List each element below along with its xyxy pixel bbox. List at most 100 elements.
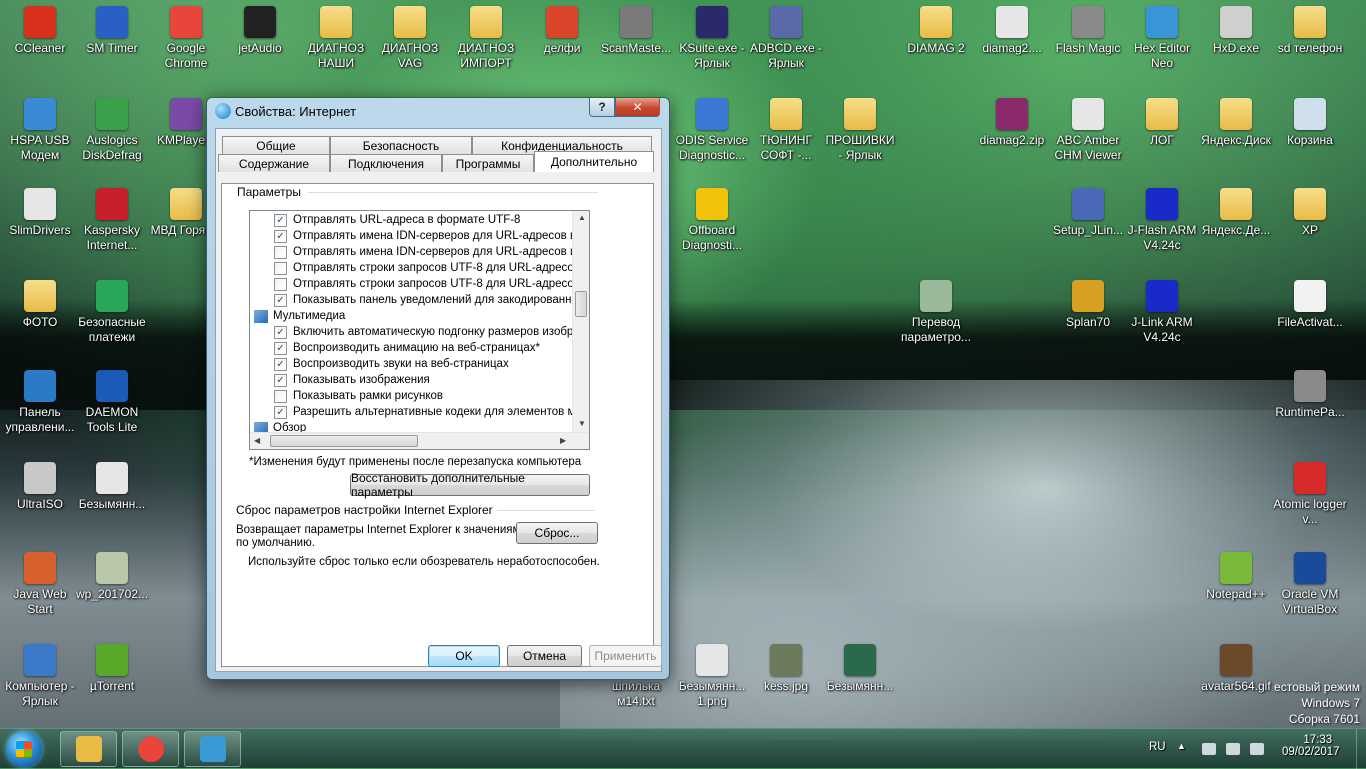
desktop-icon[interactable]: ЛОГ <box>1124 98 1200 148</box>
desktop-icon[interactable]: Яндекс.Де... <box>1198 188 1274 238</box>
option-checkbox[interactable]: ✓ <box>274 213 287 227</box>
desktop-icon[interactable]: Hex Editor Neo <box>1124 6 1200 71</box>
desktop-icon[interactable]: ТЮНИНГ СОФТ -... <box>748 98 824 163</box>
settings-option[interactable]: Отправлять строки запросов UTF-8 для URL… <box>274 260 589 276</box>
desktop-icon[interactable]: DAEMON Tools Lite <box>74 370 150 435</box>
tab-advanced[interactable]: Дополнительно <box>534 151 654 172</box>
desktop-icon[interactable]: Безопасные платежи <box>74 280 150 345</box>
horizontal-scroll-thumb[interactable] <box>270 435 418 447</box>
start-button[interactable] <box>6 731 42 767</box>
desktop-icon[interactable]: ДИАГНОЗ VAG <box>372 6 448 71</box>
desktop-icon[interactable]: ДИАГНОЗ НАШИ <box>298 6 374 71</box>
desktop-icon[interactable]: Компьютер - Ярлык <box>2 644 78 709</box>
tab-security[interactable]: Безопасность <box>330 136 472 154</box>
desktop-icon[interactable]: Безымянн... <box>74 462 150 512</box>
option-checkbox[interactable]: ✓ <box>274 325 287 339</box>
settings-option[interactable]: Отправлять имена IDN-серверов для URL-ад… <box>274 244 588 260</box>
option-checkbox[interactable]: ✓ <box>274 229 287 243</box>
chrome-taskbar-button[interactable] <box>122 731 179 767</box>
desktop-icon[interactable]: SM Timer <box>74 6 150 56</box>
desktop-icon[interactable]: µTorrent <box>74 644 150 694</box>
apply-button[interactable]: Применить <box>589 645 662 667</box>
option-checkbox[interactable] <box>274 261 287 275</box>
clock[interactable]: 17:33 09/02/2017 <box>1282 734 1340 758</box>
desktop-icon[interactable]: ПРОШИВКИ - Ярлык <box>822 98 898 163</box>
desktop-icon[interactable]: Flash Magic <box>1050 6 1126 56</box>
settings-option[interactable]: ✓ Отправлять URL-адреса в формате UTF-8 <box>274 212 520 228</box>
desktop-icon[interactable]: Offboard Diagnosti... <box>674 188 750 253</box>
reset-button[interactable]: Сброс... <box>516 522 598 544</box>
option-checkbox[interactable] <box>274 245 287 259</box>
desktop-icon[interactable]: diamag2.... <box>974 6 1050 56</box>
desktop-icon[interactable]: Безымянн... <box>822 644 898 694</box>
network-icon[interactable] <box>1202 743 1216 755</box>
desktop-icon[interactable]: wp_201702... <box>74 552 150 602</box>
option-checkbox[interactable] <box>274 389 287 403</box>
settings-option[interactable]: Показывать рамки рисунков <box>274 388 443 404</box>
desktop-icon[interactable]: HSPA USB Модем <box>2 98 78 163</box>
desktop-icon[interactable]: ФОТО <box>2 280 78 330</box>
settings-option[interactable]: ✓ Разрешить альтернативные кодеки для эле… <box>274 404 581 420</box>
settings-option[interactable]: ✓ Показывать изображения <box>274 372 430 388</box>
desktop-icon[interactable]: ДИАГНОЗ ИМПОРТ <box>448 6 524 71</box>
vertical-scroll-thumb[interactable] <box>575 291 587 317</box>
desktop-icon[interactable]: Google Chrome <box>148 6 224 71</box>
close-button[interactable]: ✕ <box>615 98 660 117</box>
desktop-icon[interactable]: sd телефон <box>1272 6 1348 56</box>
explorer-taskbar-button[interactable] <box>60 731 117 767</box>
desktop-icon[interactable]: Auslogics DiskDefrag <box>74 98 150 163</box>
desktop-icon[interactable]: Панель управлени... <box>2 370 78 435</box>
show-desktop-button[interactable] <box>1356 729 1366 769</box>
desktop-icon[interactable]: XP <box>1272 188 1348 238</box>
desktop-icon[interactable]: Безымянн... 1.png <box>674 644 750 709</box>
tab-connections[interactable]: Подключения <box>330 154 442 172</box>
desktop-icon[interactable]: ScanMaste... <box>598 6 674 56</box>
desktop-icon[interactable]: diamag2.zip <box>974 98 1050 148</box>
desktop-icon[interactable]: SlimDrivers <box>2 188 78 238</box>
desktop-icon[interactable]: Atomic logger v... <box>1272 462 1348 527</box>
desktop-icon[interactable]: Яндекс.Диск <box>1198 98 1274 148</box>
help-button[interactable]: ? <box>589 98 615 117</box>
option-checkbox[interactable]: ✓ <box>274 357 287 371</box>
desktop-icon[interactable]: jetAudio <box>222 6 298 56</box>
desktop-icon[interactable]: Kaspersky Internet... <box>74 188 150 253</box>
ok-button[interactable]: OK <box>428 645 500 667</box>
desktop-icon[interactable]: Setup_JLin... <box>1050 188 1126 238</box>
desktop-icon[interactable]: делфи <box>524 6 600 56</box>
desktop-icon[interactable]: Oracle VM VirtualBox <box>1272 552 1348 617</box>
tab-programs[interactable]: Программы <box>442 154 534 172</box>
vertical-scrollbar[interactable]: ▲ ▼ <box>572 211 589 433</box>
desktop-icon[interactable]: ADBCD.exe - Ярлык <box>748 6 824 71</box>
settings-option[interactable]: ✓ Отправлять имена IDN-серверов для URL-а… <box>274 228 589 244</box>
settings-option[interactable]: ✓ Показывать панель уведомлений для закод… <box>274 292 583 308</box>
restore-advanced-button[interactable]: Восстановить дополнительные параметры <box>350 471 590 499</box>
cancel-button[interactable]: Отмена <box>507 645 582 667</box>
desktop-icon[interactable]: kess.jpg <box>748 644 824 694</box>
desktop-icon[interactable]: Java Web Start <box>2 552 78 617</box>
desktop-icon[interactable]: J-Flash ARM V4.24c <box>1124 188 1200 253</box>
settings-option[interactable]: ✓ Включить автоматическую подгонку размер… <box>274 324 580 340</box>
language-indicator[interactable]: RU <box>1149 741 1166 753</box>
scroll-up-icon[interactable]: ▲ <box>578 213 586 222</box>
desktop-icon[interactable]: FileActivat... <box>1272 280 1348 330</box>
internet-options-taskbar-button[interactable] <box>184 731 241 767</box>
action-center-flag-icon[interactable] <box>1226 743 1240 755</box>
desktop-icon[interactable]: Корзина <box>1272 98 1348 148</box>
desktop-icon[interactable]: UltraISO <box>2 462 78 512</box>
scroll-left-icon[interactable]: ◀ <box>254 436 260 445</box>
desktop-icon[interactable]: J-Link ARM V4.24c <box>1124 280 1200 345</box>
desktop-icon[interactable]: Notepad++ <box>1198 552 1274 602</box>
option-checkbox[interactable]: ✓ <box>274 341 287 355</box>
desktop-icon[interactable]: avatar564.gif <box>1198 644 1274 694</box>
option-checkbox[interactable]: ✓ <box>274 293 287 307</box>
scroll-right-icon[interactable]: ▶ <box>560 436 566 445</box>
desktop-icon[interactable]: HxD.exe <box>1198 6 1274 56</box>
desktop-icon[interactable]: ODIS Service Diagnostic... <box>674 98 750 163</box>
desktop-icon[interactable]: CCleaner <box>2 6 78 56</box>
tab-content[interactable]: Содержание <box>218 154 330 172</box>
desktop-icon[interactable]: Перевод параметро... <box>898 280 974 345</box>
settings-option[interactable]: Отправлять строки запросов UTF-8 для URL… <box>274 276 589 292</box>
scroll-down-icon[interactable]: ▼ <box>578 419 586 428</box>
settings-option[interactable]: ✓ Воспроизводить звуки на веб-страницах <box>274 356 509 372</box>
settings-option[interactable]: ✓ Воспроизводить анимацию на веб-страница… <box>274 340 540 356</box>
